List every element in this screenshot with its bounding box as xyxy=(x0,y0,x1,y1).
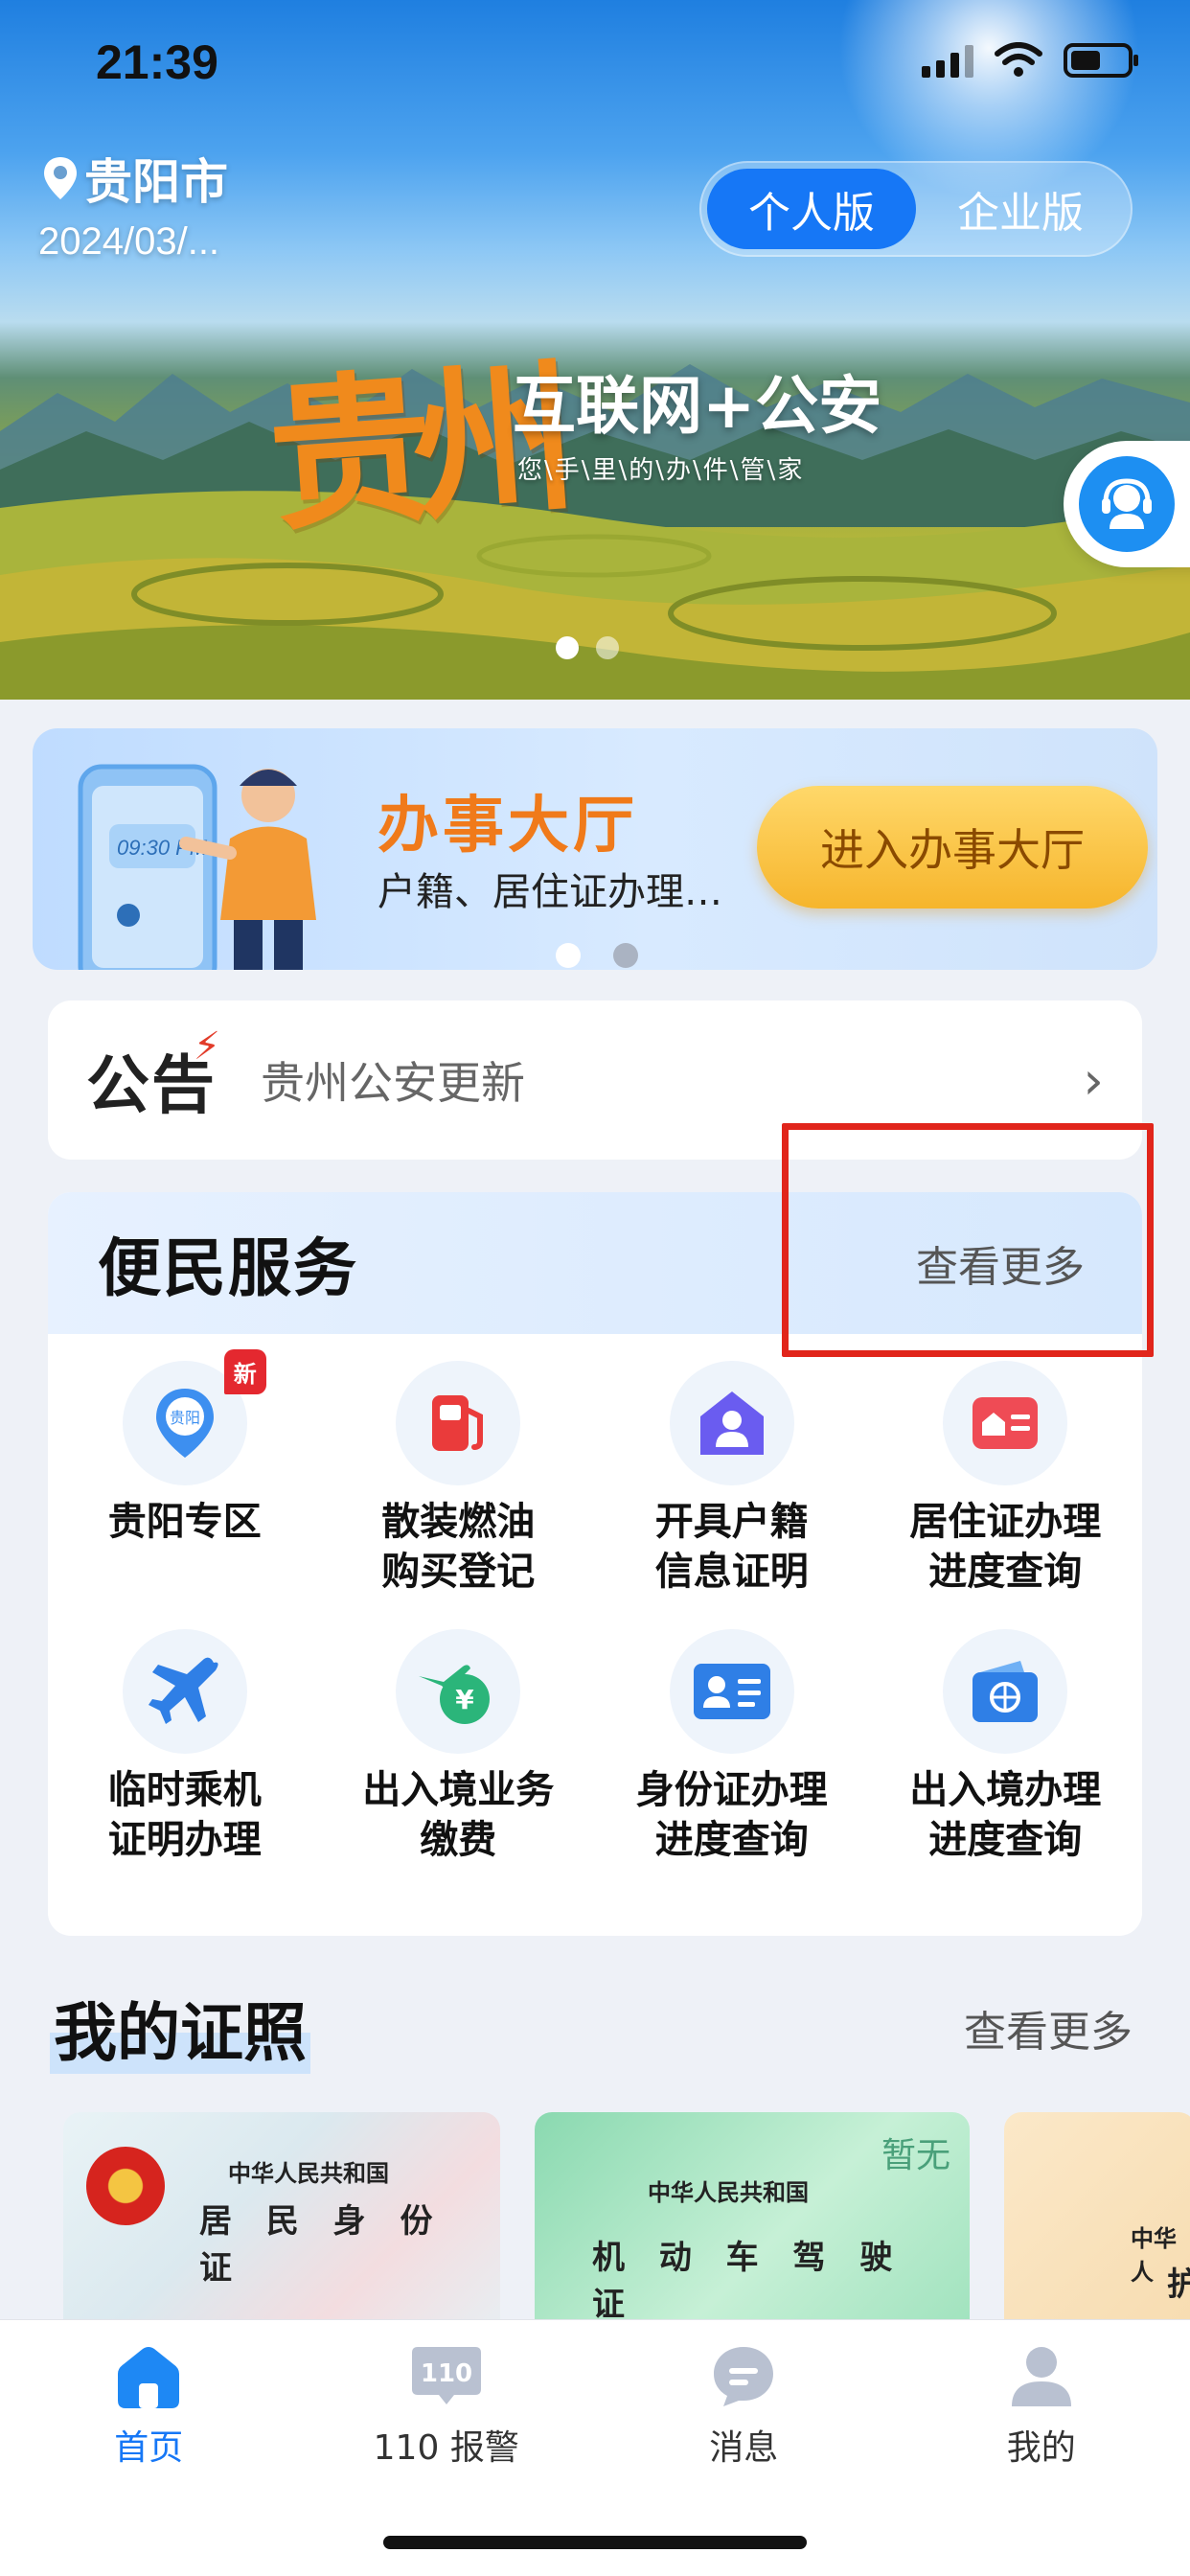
personal-version-tab[interactable]: 个人版 xyxy=(707,169,916,249)
id-card-icon xyxy=(693,1664,770,1719)
home-icon xyxy=(118,2347,180,2408)
card-title: 居 民 身 份 证 xyxy=(199,2202,445,2288)
tab-110-alarm[interactable]: 110 110 报警 xyxy=(298,2343,596,2493)
pagination-dot[interactable] xyxy=(596,636,619,659)
police-110-icon: 110 xyxy=(411,2347,481,2404)
banner-pagination[interactable] xyxy=(556,636,619,659)
enterprise-version-tab[interactable]: 企业版 xyxy=(916,169,1125,249)
services-grid: 贵阳 新 贵阳专区 散装燃油 购买登记 开具户籍 信息证明 居住证办理 进度查询… xyxy=(48,1349,1143,1865)
service-label: 出入境业务 缴费 xyxy=(362,1768,555,1862)
card-issuer: 中华人民共和国 xyxy=(648,2179,809,2206)
date-text: 2024/03/... xyxy=(38,220,220,263)
service-label: 贵阳专区 xyxy=(107,1500,262,1544)
status-icons xyxy=(922,42,1138,79)
service-label: 临时乘机 证明办理 xyxy=(107,1768,262,1862)
household-icon xyxy=(699,1392,764,1455)
location-pin-icon xyxy=(44,157,77,199)
services-title: 便民服务 xyxy=(98,1231,358,1305)
profile-icon xyxy=(1011,2347,1071,2406)
tab-label: 我的 xyxy=(1006,2428,1076,2468)
service-hall-pagination[interactable] xyxy=(556,943,638,968)
airplane-icon xyxy=(148,1657,218,1724)
new-badge: 新 xyxy=(223,1349,266,1394)
pagination-dot-active[interactable] xyxy=(556,943,581,968)
location-selector[interactable]: 贵阳市 xyxy=(42,144,228,213)
card-status: 暂无 xyxy=(881,2136,950,2175)
status-time: 21:39 xyxy=(96,35,218,89)
city-name: 贵阳市 xyxy=(84,154,228,210)
tab-label: 首页 xyxy=(114,2428,184,2468)
service-household-certificate[interactable]: 开具户籍 信息证明 xyxy=(595,1361,869,1597)
passport-icon xyxy=(973,1661,1039,1722)
battery-icon xyxy=(1064,43,1138,78)
message-icon xyxy=(714,2347,774,2406)
service-label: 出入境办理 进度查询 xyxy=(909,1768,1102,1862)
chevron-right-icon: › xyxy=(1083,1049,1104,1111)
field-scenery xyxy=(0,491,1190,700)
service-label: 居住证办理 进度查询 xyxy=(909,1500,1102,1594)
location-pin-icon: 贵阳 xyxy=(155,1389,214,1458)
highlight-box xyxy=(782,1123,1154,1357)
national-emblem-icon xyxy=(86,2147,165,2225)
tab-label: 110 报警 xyxy=(373,2428,519,2468)
home-indicator[interactable] xyxy=(383,2536,807,2549)
tab-label: 消息 xyxy=(709,2428,779,2468)
pagination-dot[interactable] xyxy=(613,943,638,968)
plane-yuan-icon: ¥ xyxy=(419,1665,491,1724)
announcement-text: 贵州公安更新 xyxy=(261,1057,525,1109)
service-residence-permit-progress[interactable]: 居住证办理 进度查询 xyxy=(869,1361,1143,1597)
licenses-view-more-link[interactable]: 查看更多 xyxy=(964,1997,1133,2058)
service-id-card-progress[interactable]: 身份证办理 进度查询 xyxy=(595,1629,869,1865)
service-label: 散装燃油 购买登记 xyxy=(381,1500,536,1594)
residence-permit-icon xyxy=(973,1397,1039,1449)
license-cards: 中华人民共和国 居 民 身 份 证 暂无 中华人民共和国 机 动 车 驾 驶 证… xyxy=(63,2112,1190,2323)
banner-title: 互联网+公安 xyxy=(513,369,882,443)
service-hall-subtitle: 户籍、居住证办理… xyxy=(378,870,722,914)
card-title: 机 动 车 驾 驶 证 xyxy=(592,2239,904,2323)
tab-messages[interactable]: 消息 xyxy=(595,2343,893,2493)
cellular-signal-icon xyxy=(922,43,973,78)
service-temporary-boarding[interactable]: 临时乘机 证明办理 xyxy=(48,1629,322,1865)
card-title: 护 xyxy=(1167,2258,1190,2305)
card-issuer: 中华人民共和国 xyxy=(228,2160,389,2187)
tab-home[interactable]: 首页 xyxy=(0,2343,298,2493)
lightning-icon: ⚡ xyxy=(193,1024,222,1069)
service-exit-entry-payment[interactable]: ¥ 出入境业务 缴费 xyxy=(322,1629,596,1865)
enter-service-hall-button[interactable]: 进入办事大厅 xyxy=(757,786,1148,908)
service-label: 开具户籍 信息证明 xyxy=(654,1500,809,1594)
icon-110-text: 110 xyxy=(421,2359,472,2388)
passport-license-card[interactable]: 中华人 护 xyxy=(1004,2112,1190,2323)
headset-icon xyxy=(1079,456,1175,552)
svg-text:¥: ¥ xyxy=(456,1684,475,1715)
service-hall-illustration: 09:30 PM xyxy=(78,764,316,970)
pagination-dot-active[interactable] xyxy=(556,636,579,659)
service-hall-title: 办事大厅 xyxy=(378,791,638,862)
announcement-tag: 公告 ⚡ xyxy=(86,1024,220,1126)
licenses-header: 我的证照 查看更多 xyxy=(50,1982,1133,2074)
driver-license-card[interactable]: 暂无 中华人民共和国 机 动 车 驾 驶 证 xyxy=(535,2112,970,2323)
customer-service-button[interactable] xyxy=(1064,441,1190,567)
id-card-license[interactable]: 中华人民共和国 居 民 身 份 证 xyxy=(63,2112,500,2323)
hero-banner[interactable]: 21:39 贵阳市 2024/03/... 个人版 企业版 贵州 互联网+公安 … xyxy=(0,0,1190,700)
service-label: 身份证办理 进度查询 xyxy=(635,1768,828,1862)
licenses-title: 我的证照 xyxy=(50,1982,310,2074)
service-guiyang-zone[interactable]: 贵阳 新 贵阳专区 xyxy=(48,1349,322,1597)
guiyang-icon-text: 贵阳 xyxy=(170,1409,200,1427)
service-exit-entry-progress[interactable]: 出入境办理 进度查询 xyxy=(869,1629,1143,1865)
fuel-pump-icon xyxy=(432,1395,484,1451)
service-fuel-registration[interactable]: 散装燃油 购买登记 xyxy=(322,1361,596,1597)
wifi-icon xyxy=(995,42,1042,77)
version-toggle[interactable]: 个人版 企业版 xyxy=(699,161,1133,257)
service-hall-banner[interactable]: 09:30 PM 办事大厅 户籍、居住证办理… 进入办事大厅 xyxy=(33,728,1157,970)
tab-profile[interactable]: 我的 xyxy=(893,2343,1190,2493)
banner-subtitle: 您\手\里\的\办\件\管\家 xyxy=(517,456,805,485)
